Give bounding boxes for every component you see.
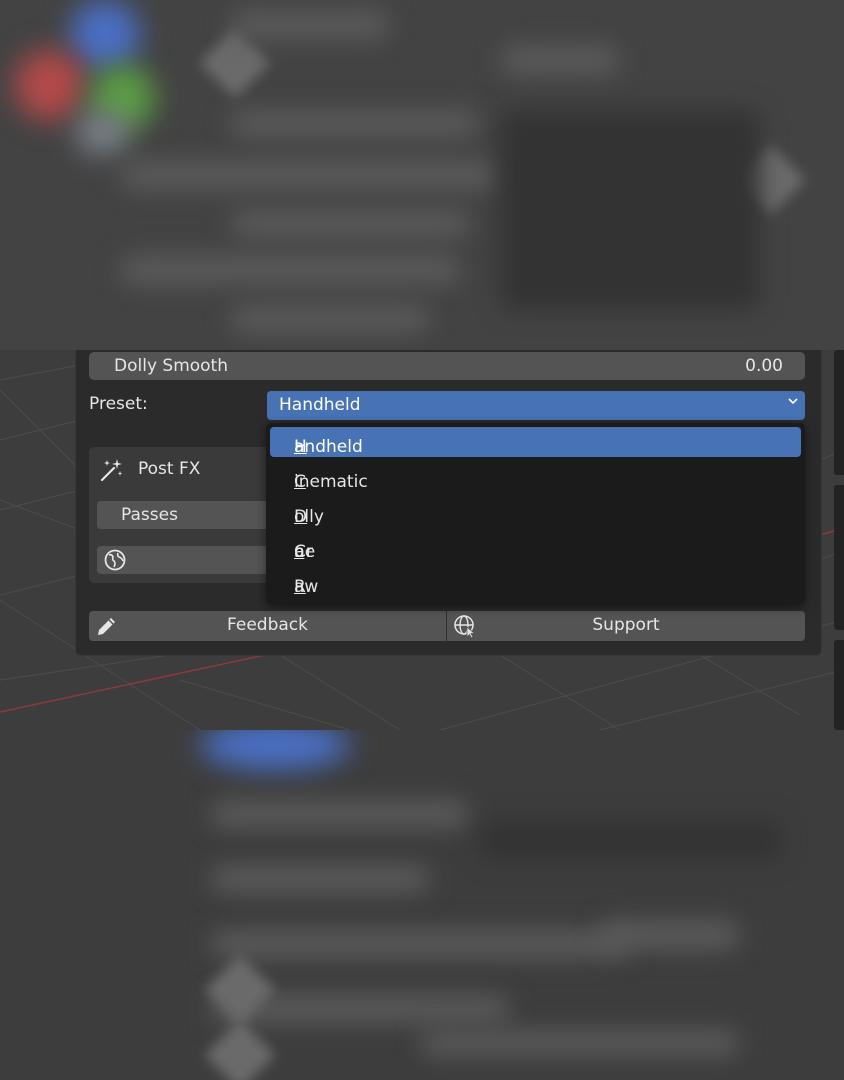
footer-buttons: Feedback Support (89, 611, 805, 641)
blur-blue-bar (200, 730, 350, 770)
blur-dark-area (480, 820, 780, 860)
option-text-suffix: ne (294, 542, 316, 562)
gizmo-red-dot (15, 50, 85, 120)
globe-icon (103, 548, 127, 572)
option-text-suffix: inematic (294, 472, 368, 492)
blur-bar (230, 10, 390, 40)
post-fx-title: Post FX (138, 459, 201, 479)
feedback-button[interactable]: Feedback (89, 611, 446, 641)
preset-label: Preset: (89, 394, 148, 414)
blur-bar (210, 865, 430, 893)
preset-option-cinematic[interactable]: Cinematic (270, 462, 801, 492)
option-text-suffix: andheld (294, 437, 363, 457)
magic-wand-icon (99, 457, 125, 483)
blur-bar (600, 920, 740, 950)
preset-option-crane[interactable]: Cr a ne (270, 532, 801, 562)
sidebar-tab[interactable] (834, 350, 844, 475)
preset-option-handheld[interactable]: Handheld (270, 427, 801, 457)
passes-label: Passes (121, 505, 178, 525)
option-text-suffix: aw (294, 577, 319, 597)
feedback-label: Feedback (227, 615, 308, 635)
dolly-smooth-field[interactable]: Dolly Smooth 0.00 (89, 352, 805, 380)
sidebar-tabs (834, 350, 844, 730)
blurred-background-bottom (0, 730, 844, 1080)
blur-bar (230, 210, 470, 238)
blur-bar (420, 1030, 740, 1056)
preset-option-raw[interactable]: Raw (270, 567, 801, 597)
blur-diamond (204, 1019, 276, 1080)
blur-bar (120, 160, 500, 190)
support-button[interactable]: Support (447, 611, 805, 641)
preset-option-dolly[interactable]: Dolly (270, 497, 801, 527)
blur-bar (230, 110, 480, 138)
gizmo-blue-dot (70, 0, 140, 70)
blur-bar (230, 305, 430, 333)
blur-dark-area (500, 110, 760, 310)
dolly-smooth-value: 0.00 (745, 356, 783, 376)
chevron-down-icon (787, 395, 799, 411)
support-label: Support (592, 615, 660, 635)
blur-bar (120, 255, 460, 285)
option-text-suffix: olly (294, 507, 324, 527)
dolly-smooth-label: Dolly Smooth (114, 356, 228, 376)
preset-dropdown[interactable]: Handheld (267, 391, 805, 420)
blur-bar (210, 800, 470, 828)
preset-selected-value: Handheld (279, 395, 361, 415)
gizmo-white-dot (75, 110, 130, 155)
preset-dropdown-menu: Handheld Cinematic Dolly Cr a ne Raw (266, 423, 805, 604)
blur-bar (210, 930, 630, 958)
blur-bar (500, 45, 620, 75)
sidebar-tab[interactable] (834, 485, 844, 630)
sidebar-tab[interactable] (834, 640, 844, 730)
blurred-background-top (0, 0, 844, 350)
